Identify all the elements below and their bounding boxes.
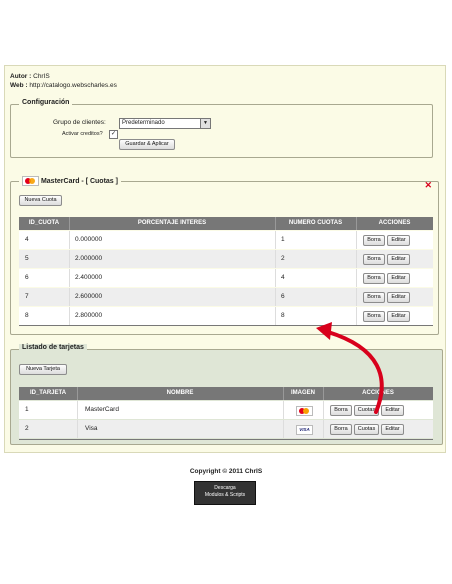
web-label: Web : (10, 82, 28, 89)
table-row: 7 2.600000 6 Borra Editar (19, 288, 433, 306)
quota-id: 5 (25, 255, 29, 262)
config-fieldset: Configuración Grupo de clientes: Predete… (10, 99, 433, 158)
card-id: 2 (25, 425, 29, 432)
close-icon[interactable]: ✕ (424, 180, 432, 191)
quota-number: 8 (281, 312, 285, 319)
quota-number: 6 (281, 293, 285, 300)
author-label: Autor : (10, 73, 32, 80)
delete-quota-button[interactable]: Borra (363, 235, 385, 246)
annotation-arrow (316, 322, 384, 414)
chevron-down-icon[interactable]: ▼ (200, 119, 210, 128)
card-quotas-button[interactable]: Cuotas (354, 424, 379, 435)
quota-percent: 2.800000 (75, 312, 103, 319)
quota-percent: 2.600000 (75, 293, 103, 300)
cards-legend: Listado de tarjetas (19, 344, 87, 351)
quota-percent: 0.000000 (75, 236, 103, 243)
header-percent: PORCENTAJE INTERES (69, 217, 276, 230)
credits-label: Activar creditos? (62, 131, 103, 137)
quota-id: 6 (25, 274, 29, 281)
badge-line2: Modulos & Scripts (204, 492, 246, 498)
config-legend: Configuración (19, 99, 73, 106)
group-select[interactable]: Predeterminado ▼ (119, 118, 211, 129)
card-name: MasterCard (85, 406, 119, 413)
table-row: 5 2.000000 2 Borra Editar (19, 250, 433, 268)
edit-card-button[interactable]: Editar (381, 424, 404, 435)
quota-id: 4 (25, 236, 29, 243)
quota-percent: 2.000000 (75, 255, 103, 262)
quota-id: 8 (25, 312, 29, 319)
new-card-button[interactable]: Nueva Tarjeta (19, 364, 67, 375)
header-id-card: ID_TARJETA (19, 387, 78, 400)
quota-percent: 2.400000 (75, 274, 103, 281)
quota-number: 2 (281, 255, 285, 262)
visa-logo-icon: VISA (296, 425, 313, 435)
edit-quota-button[interactable]: Editar (387, 292, 410, 303)
web-value: http://catalogo.webscharles.es (29, 82, 117, 89)
group-label: Grupo de clientes: (53, 119, 106, 126)
edit-quota-button[interactable]: Editar (387, 254, 410, 265)
author-value: ChrIS (33, 73, 50, 80)
edit-quota-button[interactable]: Editar (387, 235, 410, 246)
table-row: 4 0.000000 1 Borra Editar (19, 231, 433, 249)
quotas-fieldset: MasterCard - [ Cuotas ] ✕ Nueva Cuota ID… (10, 176, 439, 335)
table-row: 2 Visa VISA Borra Cuotas Editar (19, 420, 433, 438)
copyright: Copyright © 2011 ChrIS (189, 468, 263, 475)
edit-quota-button[interactable]: Editar (387, 273, 410, 284)
table-row: 6 2.400000 4 Borra Editar (19, 269, 433, 287)
delete-card-button[interactable]: Borra (330, 424, 352, 435)
card-id: 1 (25, 406, 29, 413)
quota-id: 7 (25, 293, 29, 300)
badge-logo[interactable]: Descarga Modulos & Scripts (194, 481, 256, 505)
author-info: Autor : ChrIS Web : http://catalogo.webs… (10, 72, 117, 90)
quotas-table-header: ID_CUOTA PORCENTAJE INTERES NUMERO CUOTA… (19, 217, 433, 230)
mastercard-icon (22, 176, 39, 186)
delete-quota-button[interactable]: Borra (363, 292, 385, 303)
group-select-value: Predeterminado (122, 120, 165, 126)
header-name: NOMBRE (77, 387, 284, 400)
new-quota-button[interactable]: Nueva Cuota (19, 195, 62, 206)
quota-number: 1 (281, 236, 285, 243)
card-name: Visa (85, 425, 98, 432)
delete-quota-button[interactable]: Borra (363, 273, 385, 284)
quotas-legend-wrap: MasterCard - [ Cuotas ] (19, 176, 121, 186)
credits-checkbox[interactable]: ✓ (109, 130, 118, 139)
header-actions: ACCIONES (378, 220, 411, 226)
cards-table-bottom (19, 439, 433, 440)
header-num-quotas: NUMERO CUOTAS (275, 217, 357, 230)
save-button[interactable]: Guardar & Aplicar (119, 139, 175, 150)
quota-number: 4 (281, 274, 285, 281)
badge-line1: Descarga (214, 485, 236, 491)
header-id-quota: ID_CUOTA (19, 217, 70, 230)
delete-quota-button[interactable]: Borra (363, 254, 385, 265)
quotas-legend: MasterCard - [ Cuotas ] (40, 177, 118, 185)
